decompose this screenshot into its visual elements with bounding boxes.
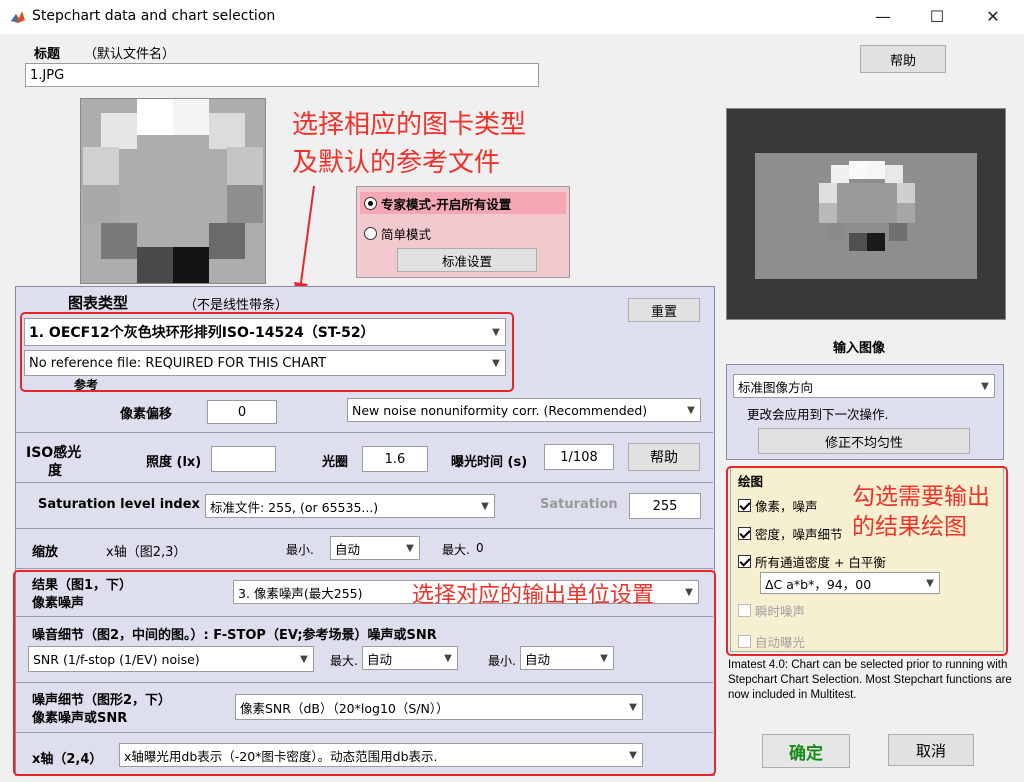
pixel-offset-input[interactable]: 0 bbox=[207, 400, 277, 424]
help-button-top[interactable]: 帮助 bbox=[860, 45, 946, 73]
annotation-arrow-icon bbox=[294, 185, 315, 300]
illuminance-label: 照度 (lx) bbox=[146, 455, 202, 470]
scale-label: 缩放 bbox=[32, 545, 59, 560]
separator bbox=[15, 432, 713, 433]
simple-mode-label: 简单模式 bbox=[381, 227, 432, 242]
scale-min-label: 最小. bbox=[286, 543, 314, 557]
exposure-time-input[interactable]: 1/108 bbox=[544, 444, 614, 470]
matlab-icon bbox=[11, 11, 25, 23]
chevron-down-icon: ▼ bbox=[682, 399, 700, 421]
chart-preview-image bbox=[80, 98, 266, 284]
minimize-button[interactable]: — bbox=[860, 4, 906, 30]
scale-x-axis-label: x轴（图2,3） bbox=[106, 545, 187, 560]
window-title: Stepchart data and chart selection bbox=[32, 8, 276, 24]
standard-settings-button[interactable]: 标准设置 bbox=[397, 248, 537, 272]
exposure-time-label: 曝光时间 (s) bbox=[451, 455, 528, 470]
chart-type-highlight-box bbox=[20, 312, 514, 392]
ok-button[interactable]: 确定 bbox=[762, 734, 850, 768]
fix-nonuniformity-button[interactable]: 修正不均匀性 bbox=[758, 428, 970, 454]
illuminance-input[interactable] bbox=[211, 446, 276, 472]
annotation-chart-type-line1: 选择相应的图卡类型 bbox=[292, 110, 527, 140]
simple-mode-radio[interactable]: 简单模式 bbox=[364, 224, 431, 243]
dialog-window: Stepchart data and chart selection — ☐ ✕… bbox=[0, 0, 1024, 782]
scale-max-value: 0 bbox=[476, 541, 484, 555]
info-text: Imatest 4.0: Chart can be selected prior… bbox=[728, 659, 1012, 701]
pixel-offset-label: 像素偏移 bbox=[120, 407, 173, 422]
chevron-down-icon: ▼ bbox=[401, 537, 419, 559]
image-orientation-select[interactable]: 标准图像方向 ▼ bbox=[733, 374, 995, 398]
aperture-label: 光圈 bbox=[322, 455, 349, 470]
unit-settings-highlight-box bbox=[13, 570, 716, 776]
image-orientation-value: 标准图像方向 bbox=[738, 379, 814, 395]
title-hint: （默认文件名） bbox=[84, 47, 176, 62]
cancel-button[interactable]: 取消 bbox=[888, 734, 974, 766]
maximize-button[interactable]: ☐ bbox=[914, 4, 960, 30]
close-button[interactable]: ✕ bbox=[970, 4, 1016, 30]
scale-min-value: 自动 bbox=[335, 541, 361, 557]
noise-correction-value: New noise nonuniformity corr. (Recommend… bbox=[352, 402, 648, 418]
title-input[interactable]: 1.JPG bbox=[25, 63, 539, 87]
title-label: 标题 bbox=[34, 47, 61, 62]
aperture-input[interactable]: 1.6 bbox=[362, 446, 428, 472]
annotation-chart-type-line2: 及默认的参考文件 bbox=[292, 148, 501, 178]
input-image-preview bbox=[726, 108, 1006, 320]
saturation-level-value: 标准文件: 255, (or 65535...) bbox=[210, 499, 379, 515]
title-bar: Stepchart data and chart selection — ☐ ✕ bbox=[0, 0, 1024, 34]
chevron-down-icon: ▼ bbox=[476, 495, 494, 517]
input-image-label: 输入图像 bbox=[833, 341, 886, 356]
help-button-iso[interactable]: 帮助 bbox=[628, 443, 700, 471]
iso-label-line1: ISO感光 bbox=[26, 445, 82, 461]
radio-off-icon bbox=[364, 227, 377, 240]
radio-on-icon bbox=[364, 196, 377, 210]
iso-label-line2: 度 bbox=[48, 463, 62, 479]
scale-max-label: 最大. bbox=[442, 543, 470, 557]
plot-highlight-box bbox=[726, 466, 1008, 656]
chart-type-hint: （不是线性带条） bbox=[184, 298, 289, 313]
separator bbox=[15, 528, 713, 529]
separator bbox=[15, 568, 713, 569]
scale-min-select[interactable]: 自动 ▼ bbox=[330, 536, 420, 560]
expert-mode-radio[interactable]: 专家模式-开启所有设置 bbox=[360, 192, 566, 214]
chevron-down-icon: ▼ bbox=[976, 375, 994, 397]
orientation-note: 更改会应用到下一次操作. bbox=[747, 407, 889, 422]
saturation-input[interactable]: 255 bbox=[629, 493, 701, 519]
saturation-label: Saturation bbox=[540, 497, 618, 512]
expert-mode-label: 专家模式-开启所有设置 bbox=[381, 196, 512, 212]
chart-type-label: 图表类型 bbox=[68, 294, 129, 312]
noise-correction-select[interactable]: New noise nonuniformity corr. (Recommend… bbox=[347, 398, 701, 422]
reset-button[interactable]: 重置 bbox=[628, 298, 700, 322]
saturation-level-label: Saturation level index bbox=[38, 497, 200, 512]
saturation-level-select[interactable]: 标准文件: 255, (or 65535...) ▼ bbox=[205, 494, 495, 518]
separator bbox=[15, 482, 713, 483]
